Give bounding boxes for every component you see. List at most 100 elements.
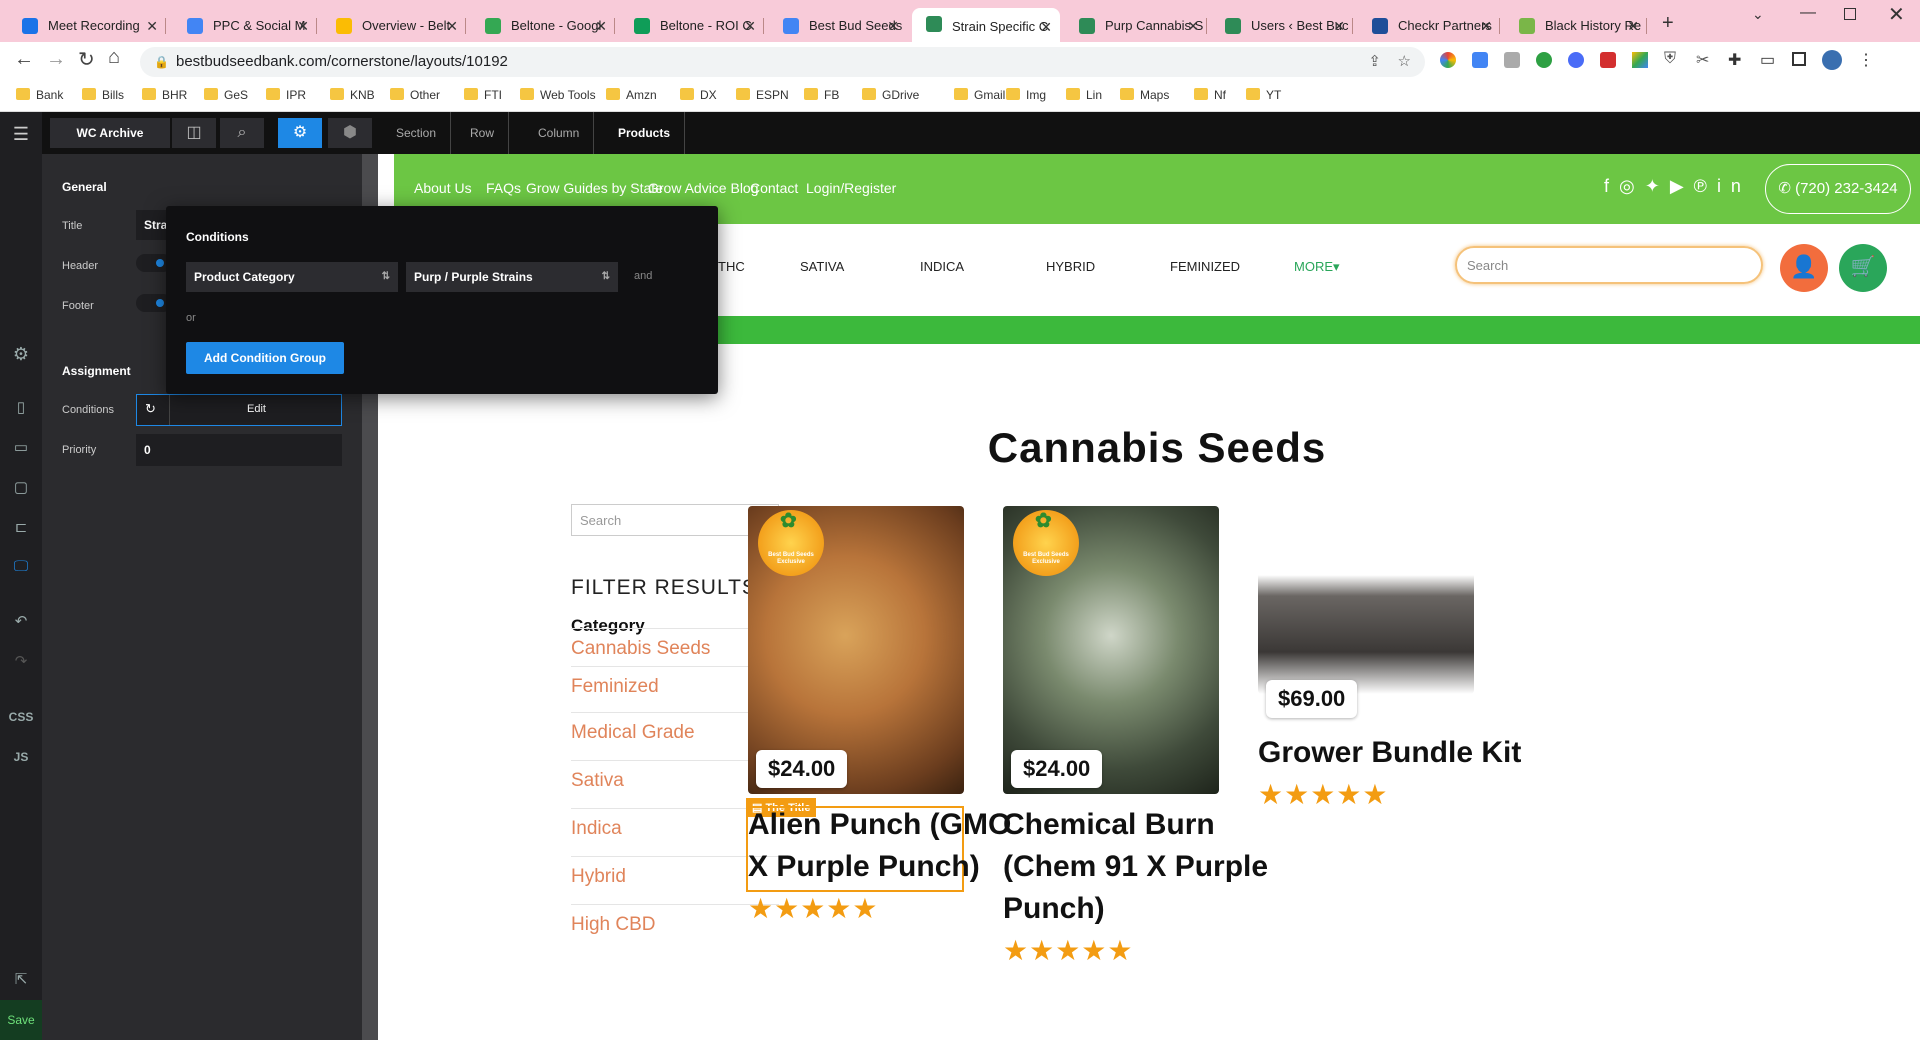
facebook-icon[interactable]: f: [1604, 176, 1619, 196]
phone-preview-icon[interactable]: ▯: [0, 398, 42, 416]
desktop-preview-icon[interactable]: 🖵: [0, 558, 42, 575]
extension-icon[interactable]: [1568, 52, 1584, 68]
edit-conditions-button[interactable]: Edit: [247, 403, 266, 415]
breadcrumb-item[interactable]: Column 2: [524, 112, 595, 182]
breadcrumb-item[interactable]: Products: [604, 112, 686, 154]
bookmark-star-icon[interactable]: ☆: [1398, 47, 1411, 77]
extension-icon[interactable]: [1504, 52, 1520, 68]
top-nav-link[interactable]: FAQs: [486, 180, 521, 196]
browser-tab[interactable]: Beltone - ROI C ✕: [620, 10, 764, 42]
top-nav-link[interactable]: Grow Advice Blog: [648, 180, 759, 196]
new-tab-button[interactable]: +: [1662, 12, 1674, 35]
product-card[interactable]: ✿ Best Bud Seeds Exclusive $24.00 ▤ The Tit…: [746, 154, 1011, 1040]
forward-icon[interactable]: →: [46, 48, 66, 71]
tab-search-icon[interactable]: ⌄: [1752, 6, 1764, 23]
bookmark-item[interactable]: ESPN: [736, 88, 789, 102]
pinterest-icon[interactable]: ℗: [1694, 176, 1717, 196]
menu-kebab-icon[interactable]: ⋮: [1858, 50, 1874, 70]
save-button[interactable]: Save: [0, 1000, 42, 1040]
product-image[interactable]: [1258, 554, 1474, 694]
tab-close-icon[interactable]: ✕: [146, 10, 158, 42]
breadcrumb-item[interactable]: Section 1: [382, 112, 452, 182]
bookmark-item[interactable]: Gmail: [954, 88, 1005, 102]
category-filter-link[interactable]: Sativa: [571, 770, 624, 792]
hexagon-icon[interactable]: ⬢: [328, 118, 372, 148]
product-title[interactable]: Chemical Burn: [1003, 804, 1215, 846]
add-condition-group-button[interactable]: Add Condition Group: [186, 342, 344, 374]
bookmark-item[interactable]: BHR: [142, 88, 187, 102]
browser-tab[interactable]: Checkr Partners ✕: [1358, 10, 1500, 42]
category-filter-link[interactable]: Hybrid: [571, 866, 626, 888]
category-filter-link[interactable]: Indica: [571, 818, 622, 840]
product-title[interactable]: X Purple Punch): [748, 846, 980, 888]
tab-close-icon[interactable]: ✕: [1040, 8, 1052, 46]
undo-icon[interactable]: ↶: [0, 612, 42, 630]
browser-tab[interactable]: Black History Re ✕: [1505, 10, 1647, 42]
external-link-icon[interactable]: ⇱: [0, 970, 42, 988]
product-title[interactable]: Grower Bundle Kit: [1258, 732, 1521, 774]
maximize-button[interactable]: [1844, 8, 1856, 20]
browser-tab[interactable]: Meet Recording ✕: [8, 10, 166, 42]
cast-icon[interactable]: ▭: [1760, 50, 1775, 70]
category-filter-link[interactable]: Cannabis Seeds: [571, 638, 710, 660]
side-panel-icon[interactable]: [1792, 52, 1806, 66]
account-icon[interactable]: 👤: [1780, 244, 1828, 292]
bookmark-item[interactable]: FB: [804, 88, 839, 102]
js-button[interactable]: JS: [0, 750, 42, 764]
share-icon[interactable]: ⇪: [1368, 47, 1381, 77]
category-filter-link[interactable]: Medical Grade: [571, 722, 695, 744]
tools-icon[interactable]: ✂: [1696, 50, 1709, 70]
bookmark-item[interactable]: FTI: [464, 88, 502, 102]
extension-icon[interactable]: [1472, 52, 1488, 68]
product-title[interactable]: Alien Punch (GMO: [748, 804, 1011, 846]
pdf-extension-icon[interactable]: [1600, 52, 1616, 68]
category-filter-link[interactable]: High CBD: [571, 914, 655, 936]
product-card[interactable]: ✿ Best Bud Seeds Exclusive $24.00 Chemical …: [1003, 154, 1268, 1040]
browser-tab[interactable]: Users ‹ Best Buc ✕: [1211, 10, 1353, 42]
shield-icon[interactable]: ⛨: [1664, 50, 1676, 68]
breadcrumb-item[interactable]: Row 2: [456, 112, 510, 182]
tab-close-icon[interactable]: ✕: [297, 10, 309, 42]
laptop-preview-icon[interactable]: ⊏: [0, 518, 42, 536]
search-icon[interactable]: ⌕: [220, 118, 264, 148]
browser-tab[interactable]: PPC & Social M ✕: [173, 10, 317, 42]
tab-close-icon[interactable]: ✕: [1333, 10, 1345, 42]
bookmark-item[interactable]: Bills: [82, 88, 124, 102]
bookmark-item[interactable]: Maps: [1120, 88, 1169, 102]
phone-button[interactable]: ✆ (720) 232-3424: [1765, 164, 1911, 214]
bookmark-item[interactable]: YT: [1246, 88, 1281, 102]
reload-icon[interactable]: ↻: [78, 47, 95, 72]
bookmark-item[interactable]: IPR: [266, 88, 306, 102]
bookmark-item[interactable]: Amzn: [606, 88, 657, 102]
top-nav-link[interactable]: Grow Guides by State: [526, 180, 663, 196]
browser-tab[interactable]: Beltone - Googl ✕: [471, 10, 615, 42]
extension-icon[interactable]: [1440, 52, 1456, 68]
condition-value-select[interactable]: Purp / Purple Strains ⇅: [406, 262, 618, 292]
browser-tab[interactable]: Overview - Belt ✕: [322, 10, 466, 42]
instagram-icon[interactable]: ◎: [1619, 176, 1645, 196]
bookmark-item[interactable]: Other: [390, 88, 440, 102]
tab-close-icon[interactable]: ✕: [595, 10, 607, 42]
bookmark-item[interactable]: Lin: [1066, 88, 1102, 102]
conditions-edit-field[interactable]: ↻ Edit: [136, 394, 342, 426]
bookmark-item[interactable]: DX: [680, 88, 717, 102]
category-filter-link[interactable]: Feminized: [571, 676, 659, 698]
bookmark-item[interactable]: Web Tools: [520, 88, 596, 102]
css-button[interactable]: CSS: [0, 710, 42, 724]
top-nav-link[interactable]: About Us: [414, 180, 472, 196]
close-window-button[interactable]: ✕: [1888, 2, 1905, 27]
browser-tab[interactable]: Purp Cannabis S ✕: [1065, 10, 1207, 42]
redo-icon[interactable]: ↷: [0, 652, 42, 670]
twitter-icon[interactable]: ✦: [1645, 176, 1670, 196]
extension-icon[interactable]: [1536, 52, 1552, 68]
main-nav-item[interactable]: THC: [718, 259, 745, 274]
tab-close-icon[interactable]: ✕: [744, 10, 756, 42]
product-card[interactable]: $69.00 Grower Bundle Kit ★★★★★: [1258, 154, 1521, 1040]
tab-close-icon[interactable]: ✕: [1627, 10, 1639, 42]
bookmark-item[interactable]: Bank: [16, 88, 63, 102]
product-title[interactable]: (Chem 91 X Purple: [1003, 846, 1268, 888]
browser-tab[interactable]: Best Bud Seeds ✕: [769, 10, 907, 42]
bookmark-item[interactable]: GeS: [204, 88, 248, 102]
bookmark-item[interactable]: KNB: [330, 88, 375, 102]
linkedin-icon[interactable]: in: [1717, 176, 1751, 196]
